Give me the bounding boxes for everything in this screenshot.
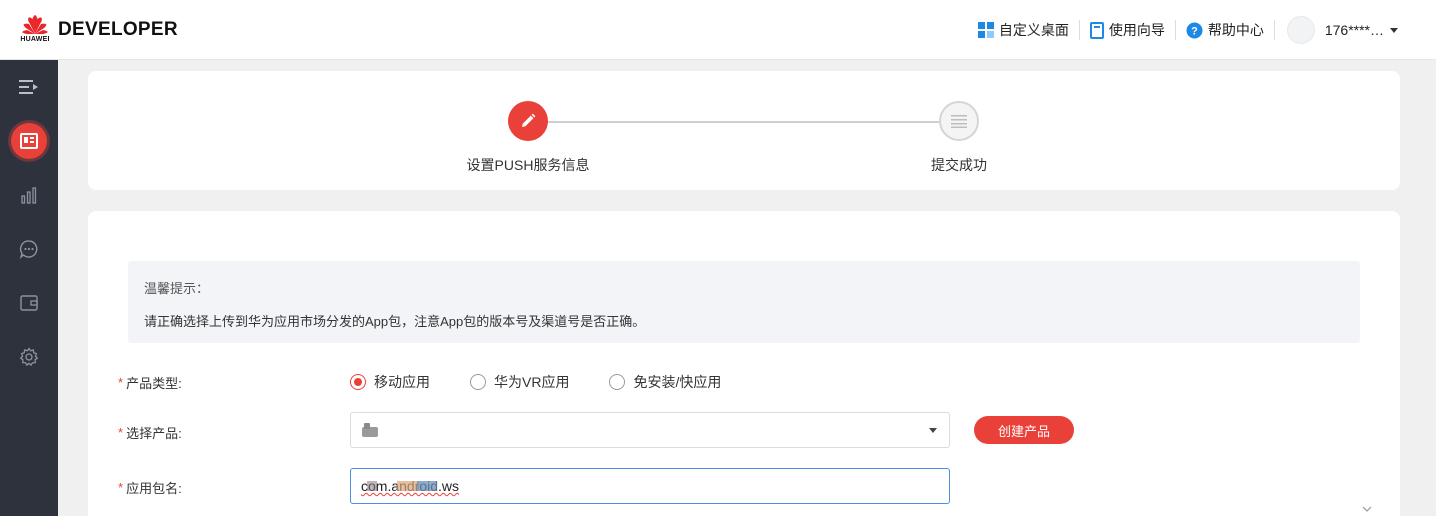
top-actions: 自定义桌面 使用向导 ? 帮助中心 176****… [968,0,1398,60]
brand[interactable]: HUAWEI DEVELOPER [18,14,178,45]
required-mark: * [118,425,124,440]
step-label: 设置PUSH服务信息 [466,157,590,173]
wallet-icon [20,295,38,311]
radio-huawei-vr-app[interactable]: 华为VR应用 [470,372,569,392]
package-name-label: 应用包名: [126,481,182,496]
chevron-down-icon [1390,27,1398,33]
package-name-input[interactable]: com.android.ws [350,468,950,504]
redaction-mark [417,481,437,491]
sidebar [0,60,58,516]
pencil-icon [522,113,536,127]
logo-text: HUAWEI [20,35,50,43]
step-set-push-info: 设置PUSH服务信息 [448,101,608,175]
notice-box: 温馨提示： 请正确选择上传到华为应用市场分发的App包，注意App包的版本号及渠… [128,261,1360,343]
grid-icon [977,22,994,38]
sidebar-item-analytics[interactable] [0,168,58,222]
radio-label: 华为VR应用 [494,374,570,390]
notice-body: 请正确选择上传到华为应用市场分发的App包，注意App包的版本号及渠道号是否正确… [144,314,646,329]
brand-name: DEVELOPER [58,18,178,40]
product-type-radios: 移动应用 华为VR应用 免安装/快应用 [350,372,761,392]
step-submit-success: 提交成功 [879,101,1039,175]
chevron-down-icon [929,428,937,433]
user-name: 176****… [1324,22,1384,38]
menu-toggle-icon [19,80,38,94]
bar-chart-icon [21,187,37,204]
product-select-row: * 选择产品: [118,423,182,442]
sidebar-item-apps[interactable] [0,114,58,168]
user-menu[interactable]: 176****… [1273,16,1398,44]
chevron-down-icon[interactable] [1362,506,1372,512]
huawei-logo: HUAWEI [18,14,52,45]
product-select-area: 创建产品 [350,412,1074,448]
svg-text:?: ? [1191,25,1198,37]
radio-mobile-app[interactable]: 移动应用 [350,372,430,392]
package-name-row: * 应用包名: [118,478,182,497]
radio-quick-app[interactable]: 免安装/快应用 [609,372,721,392]
step-label: 提交成功 [931,157,987,173]
radio-label: 移动应用 [374,374,430,390]
customize-desktop-label: 自定义桌面 [998,22,1069,38]
list-lines-icon [951,115,967,128]
notice-title: 温馨提示： [144,281,210,296]
required-mark: * [118,375,124,390]
redaction-mark [397,481,419,491]
required-mark: * [118,480,124,495]
radio-label: 免安装/快应用 [633,374,722,390]
step-circle-active [508,101,548,141]
gear-icon [19,347,39,367]
sidebar-item-wallet[interactable] [0,276,58,330]
form-card: 温馨提示： 请正确选择上传到华为应用市场分发的App包，注意App包的版本号及渠… [88,211,1400,516]
avatar [1286,16,1315,44]
radio-dot [470,374,486,390]
radio-dot [609,374,626,390]
steps-card: 设置PUSH服务信息 提交成功 [88,71,1400,190]
app-card-icon [20,133,38,149]
radio-dot-checked [350,374,366,390]
sidebar-item-toggle[interactable] [0,60,58,114]
sidebar-item-messages[interactable] [0,222,58,276]
chat-bubble-icon [19,240,38,259]
huawei-petals-icon [22,14,48,34]
usage-guide-label: 使用向导 [1108,22,1165,38]
help-center-link[interactable]: ? 帮助中心 [1174,20,1274,40]
guide-icon [1089,21,1104,39]
step-circle-pending [939,101,979,141]
help-center-label: 帮助中心 [1207,22,1264,38]
sidebar-active-indicator [11,123,47,159]
product-select-label: 选择产品: [126,426,182,441]
top-bar: HUAWEI DEVELOPER 自定义桌面 使用向导 ? 帮助中心 176**… [0,0,1436,60]
redaction-mark [367,481,377,491]
sidebar-item-settings[interactable] [0,330,58,384]
customize-desktop-link[interactable]: 自定义桌面 [968,20,1079,40]
product-select[interactable] [350,412,950,448]
product-type-row: * 产品类型: [118,373,182,392]
create-product-button[interactable]: 创建产品 [974,416,1074,444]
help-icon: ? [1186,22,1203,38]
usage-guide-link[interactable]: 使用向导 [1078,20,1175,40]
package-name-area: com.android.ws [350,468,950,504]
product-thumbnail-icon [362,423,378,437]
product-type-label: 产品类型: [126,376,182,391]
